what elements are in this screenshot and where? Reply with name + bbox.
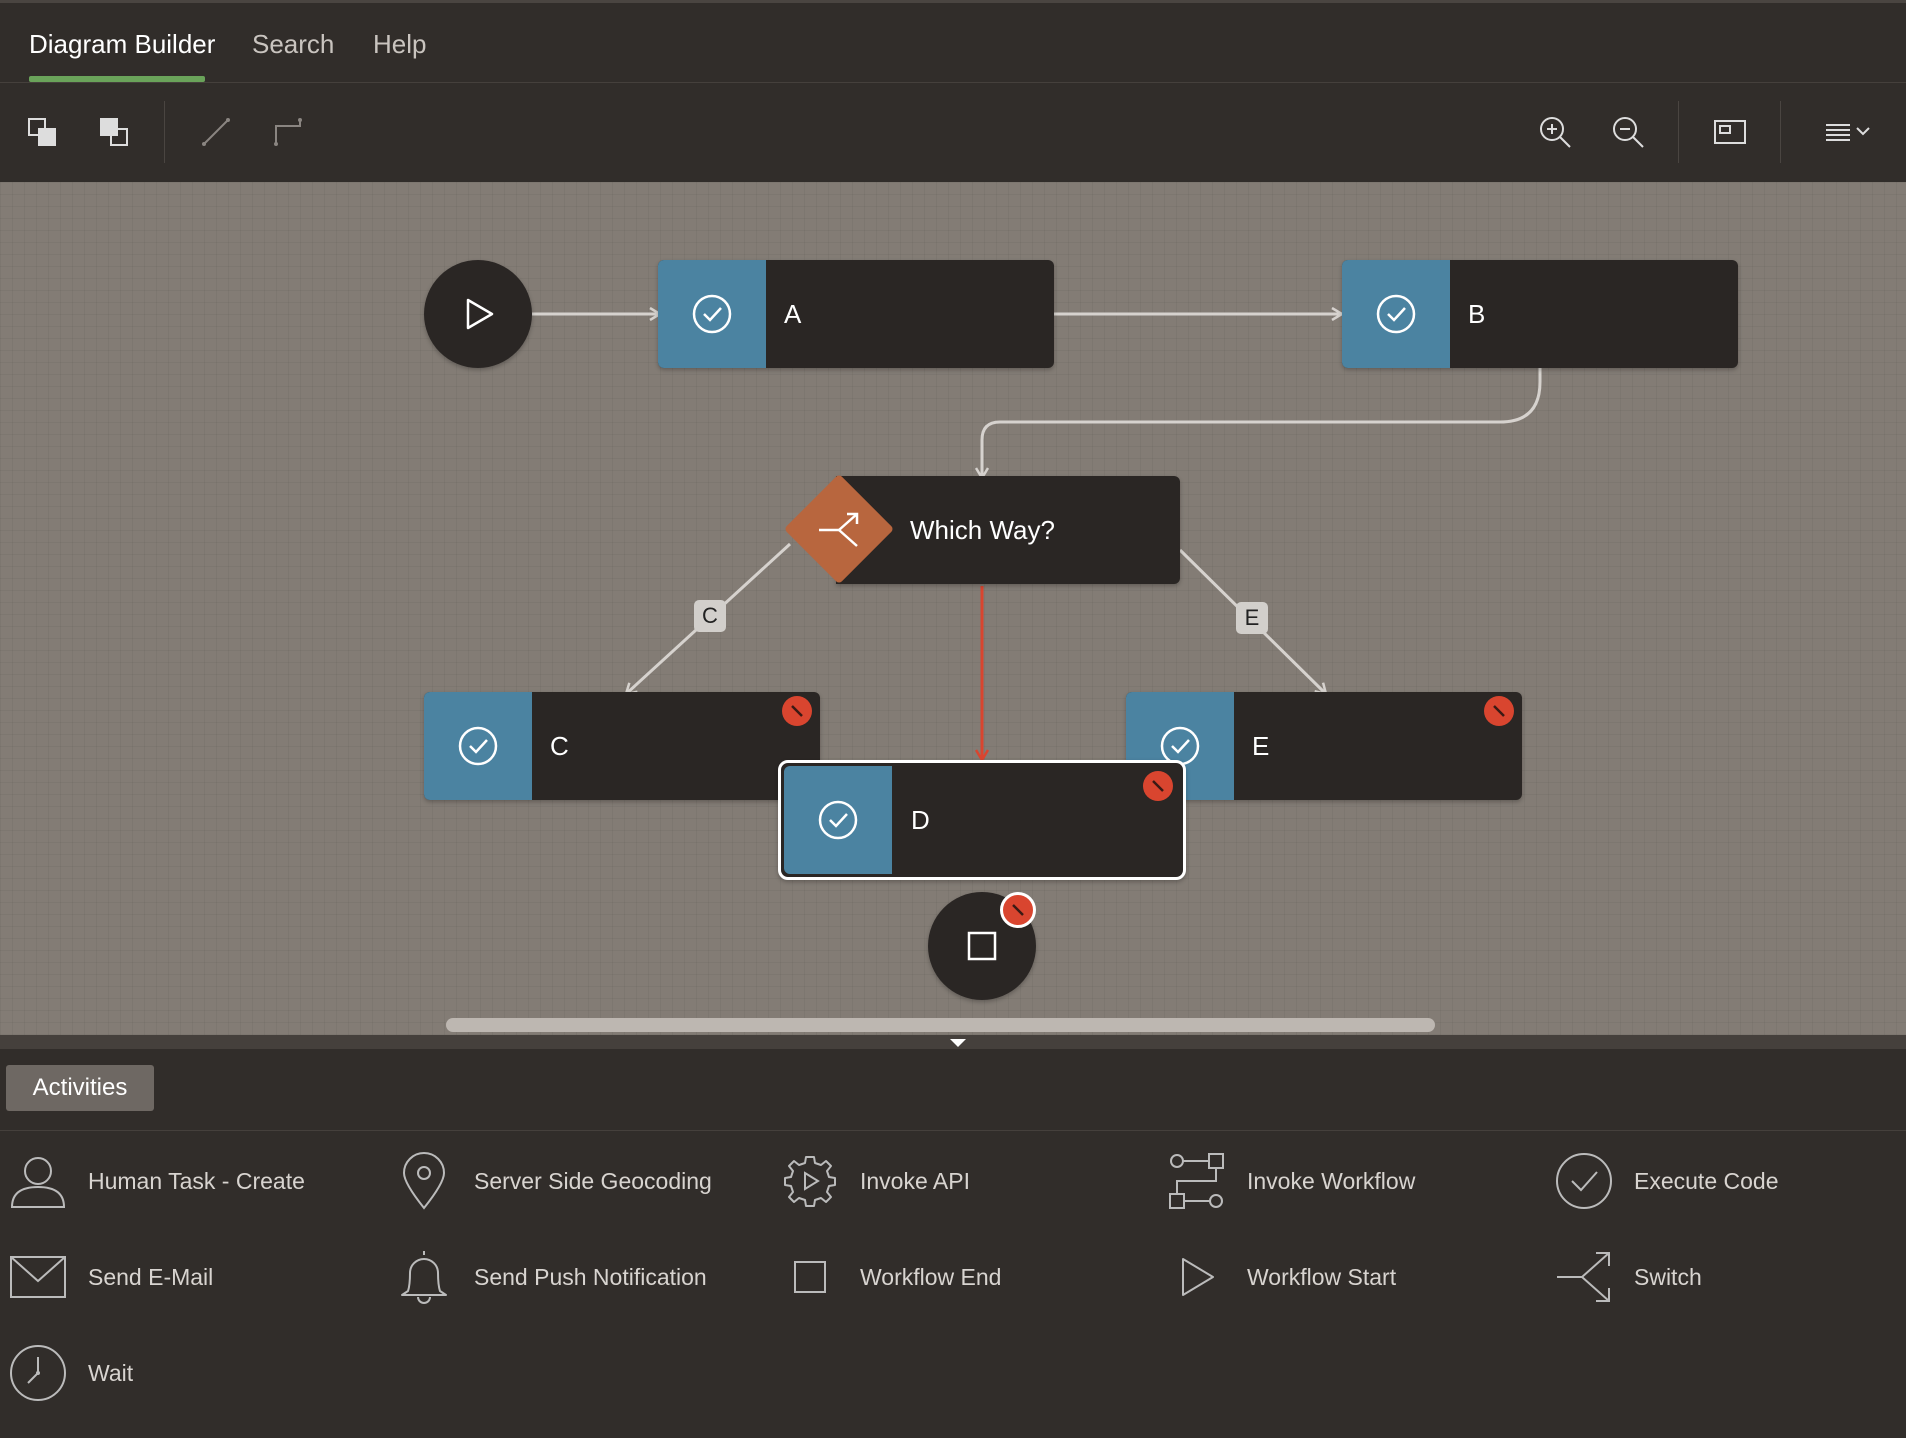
activity-invoke-workflow[interactable]: Invoke Workflow	[1167, 1149, 1415, 1213]
activity-send-email[interactable]: Send E-Mail	[8, 1245, 213, 1309]
toolbar-separator	[164, 101, 165, 163]
zoom-out-icon	[1613, 117, 1644, 148]
node-label: D	[911, 805, 930, 835]
map-pin-icon	[402, 1152, 446, 1210]
activity-label: Workflow Start	[1247, 1263, 1397, 1290]
fit-to-screen-icon	[1714, 120, 1746, 144]
error-icon[interactable]	[1000, 892, 1036, 928]
zoom-in-button[interactable]	[1530, 107, 1580, 157]
clock-icon	[10, 1345, 66, 1401]
node-label: C	[550, 731, 569, 761]
check-circle-icon	[1376, 294, 1416, 334]
activity-node-a[interactable]: A	[658, 260, 1054, 368]
activity-label: Send Push Notification	[474, 1263, 707, 1290]
bell-icon	[401, 1251, 447, 1304]
toolbar-separator	[1780, 101, 1781, 163]
zoom-in-icon	[1540, 117, 1571, 148]
activity-human-task-create[interactable]: Human Task - Create	[8, 1149, 305, 1213]
bring-to-front-button[interactable]	[17, 107, 67, 157]
activity-label: Invoke Workflow	[1247, 1167, 1416, 1194]
activity-server-side-geocoding[interactable]: Server Side Geocoding	[394, 1149, 712, 1213]
activity-label: Switch	[1634, 1263, 1702, 1290]
activity-label: Invoke API	[860, 1167, 970, 1194]
active-tab-indicator	[29, 76, 205, 82]
activity-label: Send E-Mail	[88, 1263, 214, 1290]
stop-square-icon	[967, 931, 997, 961]
activity-node-c[interactable]: C	[424, 692, 820, 800]
activity-label: Server Side Geocoding	[474, 1167, 712, 1194]
play-icon	[1182, 1258, 1214, 1296]
bring-to-front-icon	[28, 118, 56, 146]
edge-label-c[interactable]: C	[694, 600, 726, 632]
switch-icon	[1557, 1252, 1610, 1302]
diagram-canvas[interactable]: A B Which Way? C E C E D	[0, 182, 1906, 1035]
person-icon	[10, 1157, 66, 1208]
play-icon	[466, 298, 494, 330]
zoom-out-button[interactable]	[1603, 107, 1653, 157]
tab-bar: Diagram Builder Search Help	[0, 3, 1906, 83]
activity-label: Execute Code	[1634, 1167, 1779, 1194]
palette-divider	[0, 1130, 1906, 1131]
activity-send-push-notification[interactable]: Send Push Notification	[394, 1245, 707, 1309]
error-icon[interactable]	[1484, 696, 1514, 726]
activities-palette: Activities Human Task - Create Server Si…	[0, 1049, 1906, 1438]
activity-node-d[interactable]: D	[778, 760, 1186, 880]
activity-node-b[interactable]: B	[1342, 260, 1738, 368]
activity-icon-area	[658, 260, 766, 368]
switch-icon	[819, 512, 859, 547]
activity-label: Wait	[88, 1359, 134, 1386]
straight-connector-icon	[202, 118, 230, 146]
elbow-connector-icon	[274, 118, 302, 146]
activity-icon-area	[1342, 260, 1450, 368]
check-circle-icon	[458, 726, 498, 766]
toolbar	[0, 83, 1906, 181]
node-label: A	[784, 299, 802, 329]
activity-switch[interactable]: Switch	[1554, 1245, 1702, 1309]
activity-icon-area	[784, 766, 892, 874]
activity-workflow-end[interactable]: Workflow End	[780, 1245, 1001, 1309]
elbow-connector-button[interactable]	[263, 107, 313, 157]
tab-diagram-builder[interactable]: Diagram Builder	[29, 29, 215, 60]
tab-help[interactable]: Help	[373, 29, 426, 60]
horizontal-scrollbar[interactable]	[446, 1018, 1435, 1032]
gear-play-icon	[784, 1156, 836, 1207]
workflow-start-node[interactable]	[424, 260, 532, 368]
error-icon[interactable]	[1143, 771, 1173, 801]
send-to-back-button[interactable]	[89, 107, 139, 157]
error-icon[interactable]	[782, 696, 812, 726]
node-label: E	[1252, 731, 1270, 761]
activity-workflow-start[interactable]: Workflow Start	[1167, 1245, 1396, 1309]
square-icon	[794, 1261, 826, 1293]
tab-search[interactable]: Search	[252, 29, 334, 60]
workflow-icon	[1169, 1153, 1224, 1209]
send-to-back-icon	[100, 118, 128, 146]
node-label: Which Way?	[910, 515, 1055, 545]
connection-b-switch[interactable]	[982, 368, 1542, 478]
activity-wait[interactable]: Wait	[8, 1341, 133, 1405]
activity-label: Human Task - Create	[88, 1167, 305, 1194]
activity-label: Workflow End	[860, 1263, 1002, 1290]
check-circle-icon	[818, 800, 858, 840]
toolbar-separator	[1678, 101, 1679, 163]
menu-button[interactable]	[1818, 107, 1878, 157]
activities-tab[interactable]: Activities	[6, 1065, 154, 1111]
node-label: B	[1468, 299, 1486, 329]
straight-connector-button[interactable]	[191, 107, 241, 157]
collapse-caret-icon[interactable]	[950, 1039, 966, 1047]
activity-execute-code[interactable]: Execute Code	[1554, 1149, 1778, 1213]
check-circle-icon	[1556, 1153, 1612, 1209]
edge-label-e[interactable]: E	[1236, 602, 1268, 634]
menu-icon	[1826, 124, 1870, 141]
fit-to-screen-button[interactable]	[1705, 107, 1755, 157]
activity-invoke-api[interactable]: Invoke API	[780, 1149, 970, 1213]
panel-splitter[interactable]	[0, 1035, 1906, 1049]
check-circle-icon	[692, 294, 732, 334]
activity-icon-area	[424, 692, 532, 800]
envelope-icon	[10, 1256, 66, 1298]
